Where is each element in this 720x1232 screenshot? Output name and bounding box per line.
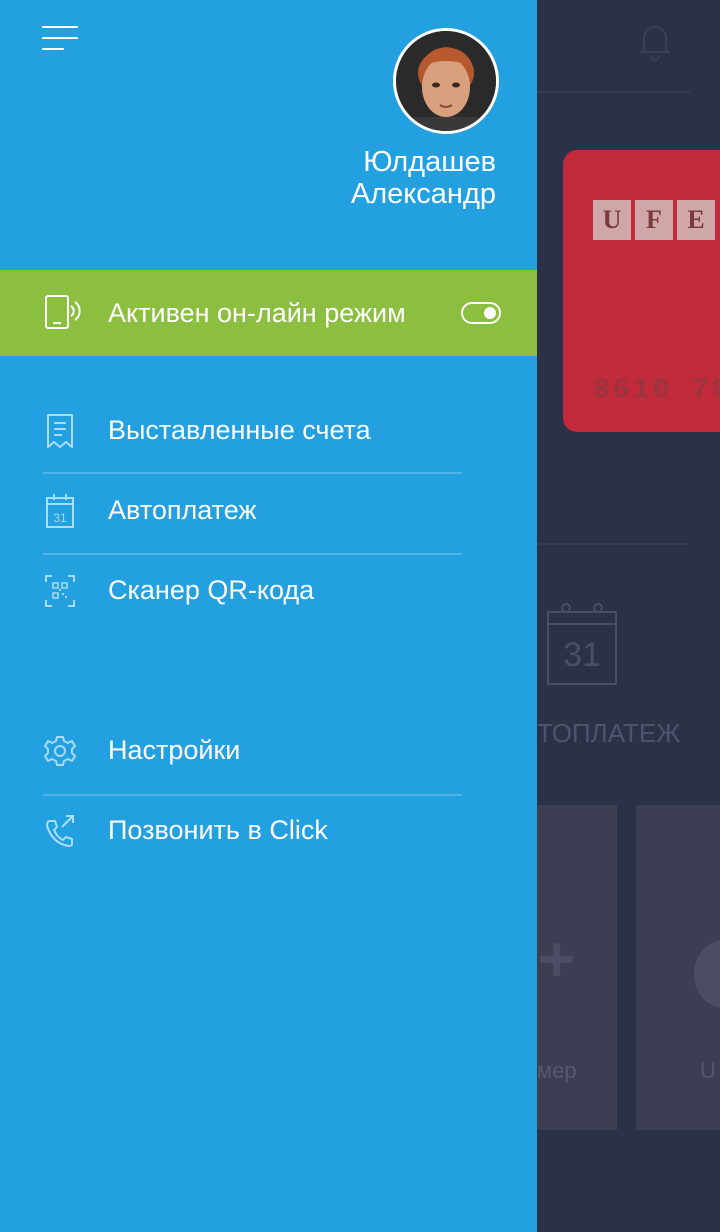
menu-item-autopay[interactable]: 31 Автоплатеж: [0, 473, 537, 553]
menu-item-invoices[interactable]: Выставленные счета: [0, 393, 537, 473]
user-avatar-photo: [396, 31, 496, 131]
online-mode-bar[interactable]: Активен он-лайн режим: [0, 270, 537, 356]
menu-item-label: Сканер QR-кода: [108, 575, 315, 605]
plus-icon: +: [538, 923, 576, 995]
menu-item-call-click[interactable]: Позвонить в Click: [0, 793, 537, 873]
menu-item-qr-scanner[interactable]: Сканер QR-кода: [0, 553, 537, 633]
menu-item-settings[interactable]: Настройки: [0, 713, 537, 793]
menu-item-label: Позвонить в Click: [108, 815, 328, 845]
background-autopay-label: ТОПЛАТЕЖ: [537, 718, 681, 748]
user-first-name: Александр: [350, 178, 496, 210]
qr-scan-icon: [45, 575, 75, 607]
menu-button[interactable]: [42, 26, 80, 56]
menu-item-label: Выставленные счета: [108, 415, 371, 445]
svg-text:31: 31: [53, 511, 67, 525]
side-drawer: Юлдашев Александр Активен он-лайн режим …: [0, 0, 537, 1232]
menu-item-label: Настройки: [108, 735, 241, 765]
receipt-icon: [47, 414, 73, 448]
user-name: Юлдашев Александр: [351, 146, 496, 210]
user-last-name: Юлдашев: [363, 146, 496, 178]
background-divider: [537, 91, 690, 93]
card-number: 8610 79: [593, 375, 720, 406]
calendar-icon: 31: [547, 603, 617, 685]
background-divider: [537, 543, 690, 545]
menu-item-label: Автоплатеж: [108, 495, 257, 525]
background-tile-label: U: [700, 1058, 716, 1083]
gear-icon: [44, 736, 76, 766]
phone-call-icon: [46, 815, 74, 847]
background-card-side-text: [536, 160, 550, 430]
background-bank-card: U F E 8610 79: [563, 150, 720, 432]
online-mode-toggle[interactable]: [461, 302, 501, 324]
calendar-icon: 31: [46, 494, 74, 528]
online-mode-label: Активен он-лайн режим: [108, 298, 406, 328]
phone-signal-icon: [45, 295, 81, 329]
background-tile-label: мер: [537, 1058, 577, 1083]
card-logo: U F E: [593, 200, 715, 240]
avatar[interactable]: [393, 28, 499, 134]
calendar-day-text: 31: [563, 636, 601, 674]
bell-icon: [640, 26, 670, 61]
